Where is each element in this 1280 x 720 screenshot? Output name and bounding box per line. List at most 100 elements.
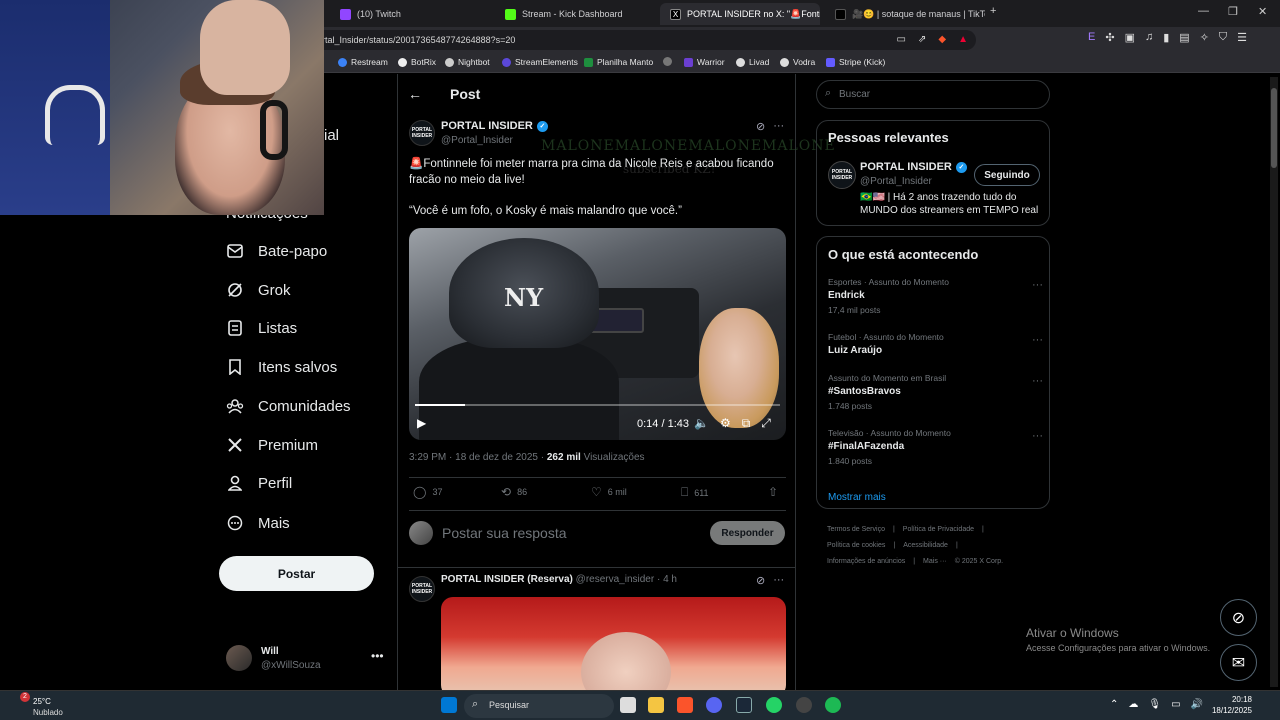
bookmark-warrior-label[interactable]: Warrior — [684, 57, 725, 67]
nav-item-chat[interactable]: Bate-papo — [226, 242, 327, 260]
bookmark-stripe[interactable]: Stripe (Kick) — [826, 57, 885, 67]
trend-item[interactable]: Futebol · Assunto do Momento Luiz Araújo… — [828, 332, 1043, 356]
post-timestamp[interactable]: 3:29 PM · 18 de dez de 2025 · — [409, 452, 547, 463]
second-post-handle[interactable]: @reserva_insider · 4 h — [576, 574, 677, 585]
more-icon[interactable]: ••• — [371, 649, 384, 663]
more-options-icon[interactable]: ··· — [1032, 430, 1043, 442]
trend-item[interactable]: Assunto do Momento em Brasil #SantosBrav… — [828, 373, 1043, 411]
more-options-icon[interactable]: ··· — [1032, 375, 1043, 387]
taskbar-clock[interactable]: 20:18 18/12/2025 — [1210, 694, 1252, 716]
nav-item-profile[interactable]: Perfil — [226, 474, 292, 492]
microphone-icon[interactable]: 🎙 — [1148, 699, 1161, 710]
discord-icon[interactable] — [706, 697, 722, 713]
footer-more-link[interactable]: Mais ··· — [923, 558, 947, 565]
bookmark-planilha[interactable]: Planilha Manto — [584, 57, 653, 67]
back-arrow-icon[interactable]: ← — [408, 86, 422, 102]
repost-action[interactable]: ⟲ 86 — [501, 485, 527, 499]
like-action[interactable]: ♡ 6 mil — [591, 485, 627, 499]
share-action[interactable]: ⇧ — [768, 485, 778, 499]
taskbar-search[interactable]: ⌕ Pesquisar — [464, 694, 614, 718]
bookmark-nightbot[interactable]: Nightbot — [445, 57, 490, 67]
music-icon[interactable]: ♫ — [1145, 31, 1153, 44]
vpn-icon[interactable]: ⛉ — [1219, 31, 1227, 44]
trend-item[interactable]: Esportes · Assunto do Momento Endrick 17… — [828, 277, 1043, 315]
tab-kick[interactable]: Stream - Kick Dashboard — [495, 3, 655, 25]
settings-gear-icon[interactable]: ⚙ — [720, 416, 731, 431]
second-post-media[interactable] — [441, 597, 786, 697]
reply-action[interactable]: ◯ 37 — [413, 485, 442, 499]
obs-icon[interactable] — [796, 697, 812, 713]
file-explorer-icon[interactable] — [648, 697, 664, 713]
windows-start-icon[interactable] — [441, 697, 457, 713]
spotify-icon[interactable] — [825, 697, 841, 713]
minimize-icon[interactable]: — — [1198, 5, 1209, 17]
more-options-icon[interactable]: ··· — [1032, 279, 1043, 291]
pip-icon[interactable]: ⧉ — [742, 416, 751, 431]
show-more-link[interactable]: Mostrar mais — [828, 492, 886, 503]
grok-explain-icon[interactable]: ⊘ — [756, 120, 765, 133]
tab-twitch[interactable]: (10) Twitch — [330, 3, 490, 25]
video-player[interactable]: NY ▶ 0:14 / 1:43 🔈 ⚙ ⧉ ⤢ — [409, 228, 786, 440]
nav-partial-label[interactable]: ial — [324, 127, 339, 144]
relevant-avatar[interactable]: PORTAL INSIDER — [828, 161, 856, 189]
tab-x-post[interactable]: X PORTAL INSIDER no X: "🚨Fontin ✕ — [660, 3, 820, 25]
reply-input[interactable]: Postar sua resposta — [442, 525, 567, 541]
bookmark-streamelements[interactable]: StreamElements — [502, 57, 578, 67]
bookmark-botrix[interactable]: BotRix — [398, 57, 436, 67]
url-field[interactable]: rtal_Insider/status/2001736548774264888?… — [300, 30, 976, 50]
scrollbar[interactable] — [1270, 77, 1278, 687]
nav-item-bookmarks[interactable]: Itens salvos — [226, 358, 337, 376]
bookmark-vodra[interactable]: Vodra — [780, 57, 815, 67]
more-options-icon[interactable]: ··· — [773, 120, 784, 133]
whatsapp-icon[interactable] — [766, 697, 782, 713]
second-post-author[interactable]: PORTAL INSIDER (Reserva) — [441, 574, 573, 585]
nav-item-lists[interactable]: Listas — [226, 319, 297, 337]
author-handle[interactable]: @Portal_Insider — [441, 135, 513, 146]
footer-link[interactable]: Informações de anúncios — [827, 558, 905, 565]
close-window-icon[interactable]: ✕ — [1258, 5, 1267, 18]
wallet-icon[interactable]: ▤ — [1179, 31, 1189, 44]
play-icon[interactable]: ▶ — [417, 416, 426, 430]
more-options-icon[interactable]: ··· — [773, 574, 784, 587]
bookmark-warrior[interactable] — [663, 57, 672, 66]
messages-float-button[interactable]: ✉ — [1220, 644, 1257, 681]
footer-link[interactable]: Termos de Serviço — [827, 526, 885, 533]
author-name[interactable]: PORTAL INSIDER ✓ — [441, 120, 548, 132]
author-avatar[interactable]: PORTAL INSIDER — [409, 120, 435, 146]
cloud-icon[interactable]: ☁ — [1128, 699, 1138, 710]
account-switcher[interactable]: Will @xWillSouza ••• — [226, 643, 386, 675]
scrollbar-thumb[interactable] — [1271, 88, 1277, 168]
brave-shield-icon[interactable]: ◆ — [938, 34, 946, 45]
new-tab-icon[interactable]: + — [990, 5, 996, 17]
leo-ai-icon[interactable]: ✧ — [1200, 31, 1209, 44]
footer-link[interactable]: Política de Privacidade — [903, 526, 974, 533]
menu-icon[interactable]: ☰ — [1237, 31, 1247, 44]
relevant-name[interactable]: PORTAL INSIDER ✓ — [860, 161, 967, 173]
reply-button[interactable]: Responder — [710, 521, 785, 545]
speaker-icon[interactable]: 🔊 — [1191, 699, 1203, 710]
task-view-icon[interactable] — [620, 697, 636, 713]
trend-item[interactable]: Televisão · Assunto do Momento #FinalAFa… — [828, 428, 1043, 466]
share-icon[interactable]: ⇗ — [918, 34, 926, 45]
brave-rewards-icon[interactable]: ▲ — [958, 34, 968, 45]
bookmark-livad[interactable]: Livad — [736, 57, 769, 67]
cast-icon[interactable]: ▭ — [897, 34, 906, 45]
relevant-handle[interactable]: @Portal_Insider — [860, 176, 932, 187]
brave-browser-icon[interactable] — [677, 697, 693, 713]
tab-tiktok[interactable]: 🎥😊 | sotaque de manaus | TikTok — [825, 3, 985, 25]
nav-item-grok[interactable]: Grok — [226, 281, 291, 299]
nav-item-premium[interactable]: Premium — [226, 436, 318, 454]
more-options-icon[interactable]: ··· — [1032, 334, 1043, 346]
chevron-up-icon[interactable]: ⌃ — [1110, 699, 1118, 710]
grok-float-button[interactable]: ⊘ — [1220, 599, 1257, 636]
bookmark-restream[interactable]: Restream — [338, 57, 388, 67]
grok-explain-icon[interactable]: ⊘ — [756, 574, 765, 587]
search-input[interactable]: ⌕ Buscar — [816, 80, 1050, 109]
screenshot-icon[interactable]: ▣ — [1125, 31, 1135, 44]
video-progress-bar[interactable] — [415, 404, 780, 406]
nav-item-more[interactable]: Mais — [226, 514, 290, 532]
footer-link[interactable]: Acessibilidade — [903, 542, 948, 549]
fullscreen-icon[interactable]: ⤢ — [761, 416, 771, 431]
restore-icon[interactable]: ❐ — [1228, 5, 1238, 18]
steam-icon[interactable] — [736, 697, 752, 713]
